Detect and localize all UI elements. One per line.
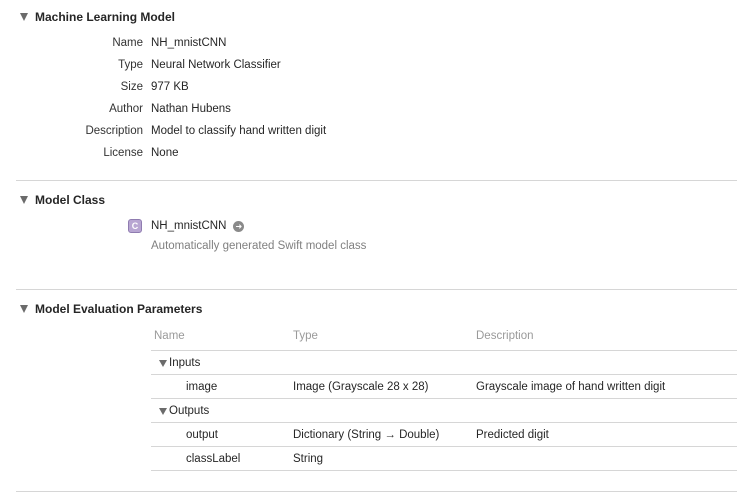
field-row-size: Size 977 KB [0, 76, 737, 98]
group-row-inputs[interactable]: Inputs [151, 351, 200, 375]
section-divider [16, 289, 737, 290]
field-value: None [151, 147, 179, 159]
field-label: Name [112, 37, 143, 49]
model-class-row: C NH_mnistCNN ➜ [128, 218, 245, 234]
section-title: Model Class [35, 193, 106, 207]
group-label: Outputs [169, 405, 210, 417]
field-label: Size [120, 81, 143, 93]
group-label: Inputs [169, 357, 201, 369]
field-value: Model to classify hand written digit [151, 125, 327, 137]
field-row-type: Type Neural Network Classifier [0, 54, 737, 76]
table-divider [151, 470, 737, 471]
table-divider [151, 350, 737, 351]
field-row-description: Description Model to classify hand writt… [0, 120, 737, 142]
disclosure-triangle-icon[interactable] [20, 196, 28, 204]
field-label: Type [118, 59, 143, 71]
param-type: String [293, 453, 324, 465]
arrow-right-circle-icon[interactable]: ➜ [233, 220, 245, 232]
model-class-header[interactable]: Model Class [0, 191, 105, 209]
class-badge-icon: C [128, 219, 142, 233]
field-row-license: License None [0, 142, 737, 164]
section-title: Machine Learning Model [35, 10, 176, 24]
disclosure-triangle-icon[interactable] [159, 359, 167, 367]
column-header-name[interactable]: Name [154, 325, 185, 347]
param-name: output [186, 429, 218, 441]
table-row: image Image (Grayscale 28 x 28) Grayscal… [151, 375, 737, 399]
group-row-outputs[interactable]: Outputs [151, 399, 209, 423]
field-value: Nathan Hubens [151, 103, 231, 115]
param-name: classLabel [186, 453, 241, 465]
machine-learning-model-header[interactable]: Machine Learning Model [0, 8, 175, 26]
column-header-description[interactable]: Description [476, 325, 534, 347]
section-divider [16, 180, 737, 181]
field-value: NH_mnistCNN [151, 37, 227, 49]
column-header-type[interactable]: Type [293, 325, 318, 347]
param-description: Grayscale image of hand written digit [476, 381, 666, 393]
evaluation-parameters-header[interactable]: Model Evaluation Parameters [0, 300, 202, 318]
table-divider [151, 398, 737, 399]
disclosure-triangle-icon[interactable] [159, 407, 167, 415]
field-label: Description [85, 125, 143, 137]
field-label: License [103, 147, 143, 159]
param-description: Predicted digit [476, 429, 549, 441]
table-row: output Dictionary (String → Double) Pred… [151, 423, 737, 447]
field-value: Neural Network Classifier [151, 59, 281, 71]
table-row: classLabel String [151, 447, 737, 471]
field-value: 977 KB [151, 81, 189, 93]
model-class-description: Automatically generated Swift model clas… [151, 240, 367, 252]
field-row-author: Author Nathan Hubens [0, 98, 737, 120]
disclosure-triangle-icon[interactable] [20, 13, 28, 21]
param-name: image [186, 381, 218, 393]
param-type: Image (Grayscale 28 x 28) [293, 381, 429, 393]
field-label: Author [109, 103, 143, 115]
section-title: Model Evaluation Parameters [35, 302, 203, 316]
section-divider [16, 491, 737, 492]
field-row-name: Name NH_mnistCNN [0, 32, 737, 54]
param-type: Dictionary (String → Double) [293, 429, 440, 441]
model-class-name: NH_mnistCNN [151, 220, 227, 232]
disclosure-triangle-icon[interactable] [20, 305, 28, 313]
